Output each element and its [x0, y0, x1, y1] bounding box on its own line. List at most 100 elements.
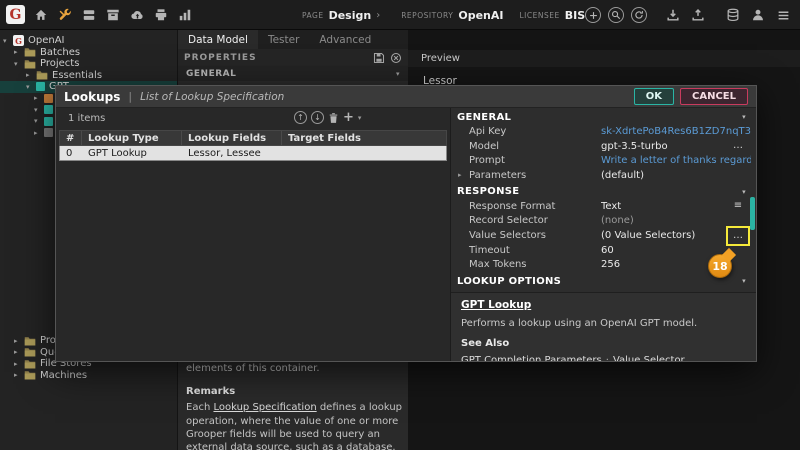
- chevron-down-icon[interactable]: ▾: [14, 60, 24, 68]
- add-circle-icon[interactable]: [585, 7, 601, 23]
- tree-node-projects[interactable]: ▾ Projects: [0, 58, 177, 70]
- property-row-parameters: ▸ Parameters (default): [451, 168, 756, 183]
- remarks-paragraph: Each Lookup Specification defines a look…: [186, 402, 403, 450]
- response-format-value[interactable]: Text: [601, 201, 751, 212]
- close-circle-icon[interactable]: [390, 52, 402, 64]
- grooper-logo-letter: G: [9, 6, 22, 23]
- search-icon[interactable]: [608, 7, 624, 23]
- menu-button[interactable]: ≡: [730, 200, 746, 212]
- chevron-right-icon[interactable]: ▸: [14, 348, 24, 356]
- repository-value[interactable]: OpenAI: [458, 9, 503, 22]
- model-value[interactable]: gpt-3.5-turbo: [601, 141, 751, 152]
- folder-icon: [24, 336, 36, 346]
- value-selectors-ellipsis-button[interactable]: …: [730, 229, 746, 241]
- printer-icon[interactable]: [152, 6, 170, 24]
- cell-index: 0: [66, 147, 73, 159]
- preview-body: Lessor: [408, 67, 800, 87]
- home-icon[interactable]: [32, 6, 50, 24]
- archive-box-icon[interactable]: [104, 6, 122, 24]
- chevron-right-icon[interactable]: ▸: [26, 71, 36, 79]
- add-dropdown-icon[interactable]: ▾: [358, 114, 362, 122]
- column-header: Lookup Type: [82, 131, 182, 145]
- property-help-panel: elements of this container. Remarks Each…: [186, 362, 402, 450]
- chevron-right-icon[interactable]: ▸: [14, 371, 24, 379]
- chevron-down-icon[interactable]: ▾: [34, 106, 44, 114]
- chevron-down-icon[interactable]: ▾: [3, 37, 13, 45]
- tab-tester[interactable]: Tester: [258, 30, 309, 49]
- property-row-record-selector: Record Selector (none): [451, 213, 756, 228]
- tree-node-openai[interactable]: ▾ G OpenAI: [0, 35, 177, 47]
- page-value[interactable]: Design: [329, 9, 372, 22]
- chevron-right-icon[interactable]: ▸: [458, 171, 462, 179]
- chevron-right-icon[interactable]: ▸: [14, 337, 24, 345]
- dialog-subtitle: List of Lookup Specification: [140, 90, 285, 103]
- list-toolbar: 1 items ↑ ↓ + ▾: [56, 108, 450, 128]
- column-header: #: [60, 131, 82, 145]
- value-selectors-value[interactable]: (0 Value Selectors): [601, 230, 751, 241]
- tree-node-machines[interactable]: ▸ Machines: [0, 370, 177, 382]
- tree-node-batches[interactable]: ▸ Batches: [0, 47, 177, 59]
- ok-button[interactable]: OK: [633, 88, 674, 105]
- gpt-completion-parameters-link[interactable]: GPT Completion Parameters: [461, 355, 602, 361]
- ellipsis-button[interactable]: …: [730, 140, 746, 152]
- topbar: G PAGE Design › REPOSITORY OpenAI LICENS…: [0, 0, 800, 30]
- bar-chart-icon[interactable]: [176, 6, 194, 24]
- refresh-icon[interactable]: [631, 7, 647, 23]
- api-key-value[interactable]: sk-XdrtePoB4Res6B1ZD7nqT3BlbkFJ4...: [601, 126, 751, 137]
- response-section[interactable]: RESPONSE ▾: [451, 183, 756, 199]
- download-icon[interactable]: [664, 6, 682, 24]
- lookup-specification-link[interactable]: Lookup Specification: [213, 402, 316, 413]
- grooper-root-icon: G: [13, 35, 24, 47]
- tab-advanced[interactable]: Advanced: [309, 30, 381, 49]
- chevron-right-icon[interactable]: ▸: [34, 94, 44, 102]
- lookup-table: # Lookup Type Lookup Fields Target Field…: [59, 130, 447, 161]
- prompt-value[interactable]: Write a letter of thanks regarding the..…: [601, 155, 751, 166]
- link-separator: ·: [605, 355, 609, 361]
- move-down-button[interactable]: ↓: [311, 111, 324, 124]
- help-title: GPT Lookup: [461, 299, 532, 312]
- chevron-right-icon[interactable]: ▸: [14, 48, 24, 56]
- save-icon[interactable]: [373, 52, 385, 64]
- properties-header: PROPERTIES: [178, 49, 408, 66]
- table-row[interactable]: 0 GPT Lookup Lessor, Lessee: [59, 146, 447, 161]
- general-section[interactable]: GENERAL ▾: [451, 108, 756, 124]
- tree-node-essentials[interactable]: ▸ Essentials: [0, 70, 177, 82]
- chevron-down-icon[interactable]: ▾: [742, 277, 746, 285]
- folder-icon: [24, 359, 36, 369]
- add-button[interactable]: +: [343, 111, 354, 124]
- delete-icon[interactable]: [328, 112, 339, 124]
- upload-icon[interactable]: [689, 6, 707, 24]
- lookup-options-section[interactable]: LOOKUP OPTIONS ▾: [451, 272, 756, 288]
- tree-node-label: Projects: [40, 58, 80, 70]
- lookup-list-section: 1 items ↑ ↓ + ▾ # Lookup Type Lookup Fie…: [56, 108, 451, 361]
- general-section-header[interactable]: GENERAL ▾: [178, 66, 408, 81]
- cell-target-fields: [282, 146, 446, 160]
- chevron-down-icon[interactable]: ▾: [26, 83, 36, 91]
- parameters-value[interactable]: (default): [601, 170, 751, 181]
- menu-icon[interactable]: [774, 6, 792, 24]
- design-tools-icon[interactable]: [56, 6, 74, 24]
- breadcrumb: PAGE Design › REPOSITORY OpenAI LICENSEE…: [302, 0, 585, 30]
- scrollbar-thumb[interactable]: [750, 197, 755, 230]
- cell-lookup-fields: Lessor, Lessee: [188, 147, 261, 159]
- tab-bar: Data Model Tester Advanced: [178, 30, 408, 49]
- chevron-down-icon: ▾: [395, 69, 400, 78]
- remarks-title: Remarks: [186, 386, 236, 398]
- property-row-model: Model gpt-3.5-turbo …: [451, 139, 756, 154]
- property-row-api-key: Api Key sk-XdrtePoB4Res6B1ZD7nqT3BlbkFJ4…: [469, 125, 751, 137]
- move-up-button[interactable]: ↑: [294, 111, 307, 124]
- database-icon[interactable]: [724, 6, 742, 24]
- storage-icon[interactable]: [80, 6, 98, 24]
- chevron-right-icon[interactable]: ▸: [34, 129, 44, 137]
- cloud-upload-icon[interactable]: [128, 6, 146, 24]
- record-selector-value[interactable]: (none): [601, 215, 751, 226]
- user-icon[interactable]: [749, 6, 767, 24]
- chevron-down-icon[interactable]: ▾: [34, 117, 44, 125]
- chevron-down-icon[interactable]: ▾: [742, 188, 746, 196]
- folder-icon: [24, 47, 36, 57]
- chevron-right-icon[interactable]: ▸: [14, 360, 24, 368]
- cancel-button[interactable]: CANCEL: [680, 88, 748, 105]
- tab-data-model[interactable]: Data Model: [178, 30, 258, 49]
- value-selector-link[interactable]: Value Selector: [613, 355, 685, 361]
- chevron-down-icon[interactable]: ▾: [742, 113, 746, 121]
